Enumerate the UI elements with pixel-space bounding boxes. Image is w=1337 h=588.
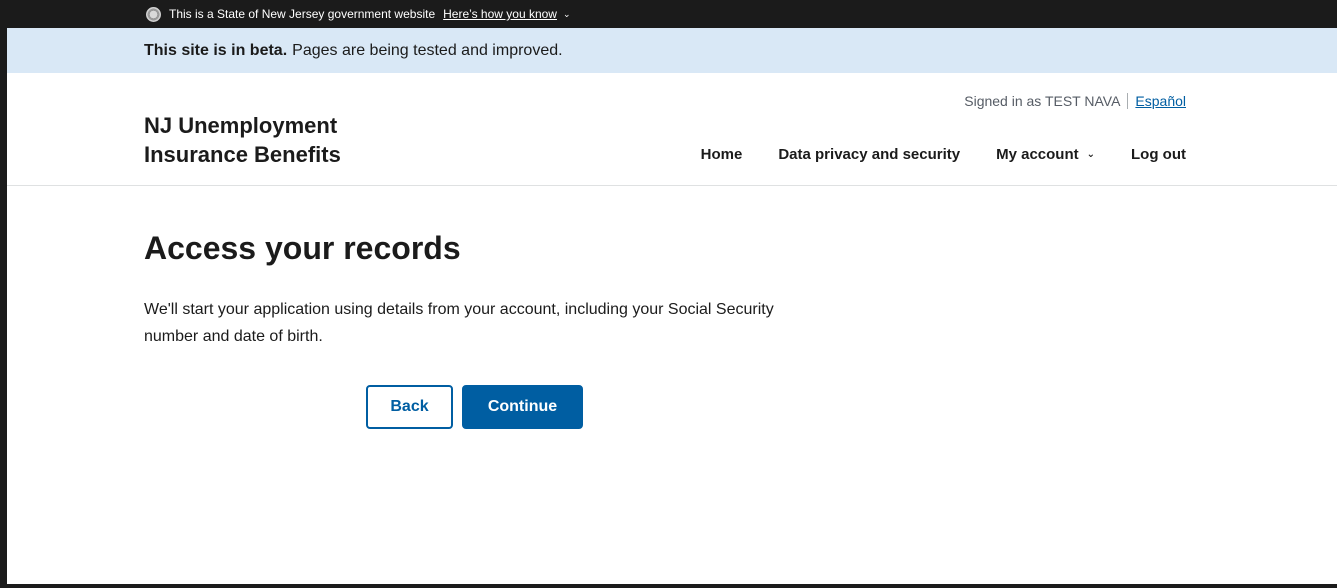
nav-data-privacy[interactable]: Data privacy and security (778, 146, 960, 163)
nav-my-account-label: My account (996, 146, 1079, 163)
gov-banner-text: This is a State of New Jersey government… (169, 7, 436, 21)
beta-banner: This site is in beta. Pages are being te… (7, 28, 1337, 73)
how-you-know-link[interactable]: Here’s how you know ⌄ (443, 7, 570, 21)
chevron-down-icon: ⌄ (562, 9, 571, 19)
how-you-know-label: Here’s how you know (443, 7, 557, 21)
site-header: NJ Unemployment Insurance Benefits Signe… (7, 73, 1337, 186)
gov-banner: This is a State of New Jersey government… (7, 0, 1337, 28)
signed-in-text: Signed in as TEST NAVA (964, 93, 1121, 109)
chevron-down-icon: ⌄ (1086, 149, 1096, 160)
beta-banner-text: Pages are being tested and improved. (292, 41, 563, 59)
back-button[interactable]: Back (366, 385, 453, 429)
intro-text: We'll start your application using detai… (144, 301, 774, 345)
primary-nav: Home Data privacy and security My accoun… (701, 146, 1186, 163)
page-title: Access your records (144, 230, 461, 266)
nav-home[interactable]: Home (701, 146, 743, 163)
divider (1127, 93, 1129, 109)
site-title[interactable]: NJ Unemployment Insurance Benefits (144, 111, 404, 169)
nav-my-account[interactable]: My account ⌄ (996, 146, 1095, 163)
beta-banner-strong: This site is in beta. (144, 41, 288, 59)
nav-log-out[interactable]: Log out (1131, 146, 1186, 163)
nj-seal-icon (146, 6, 161, 22)
button-row: Back Continue (366, 385, 583, 429)
browser-frame: This is a State of New Jersey government… (7, 0, 1337, 584)
espanol-link[interactable]: Español (1135, 93, 1186, 109)
signed-in-area: Signed in as TEST NAVA Español (964, 93, 1186, 109)
continue-button[interactable]: Continue (462, 385, 583, 429)
